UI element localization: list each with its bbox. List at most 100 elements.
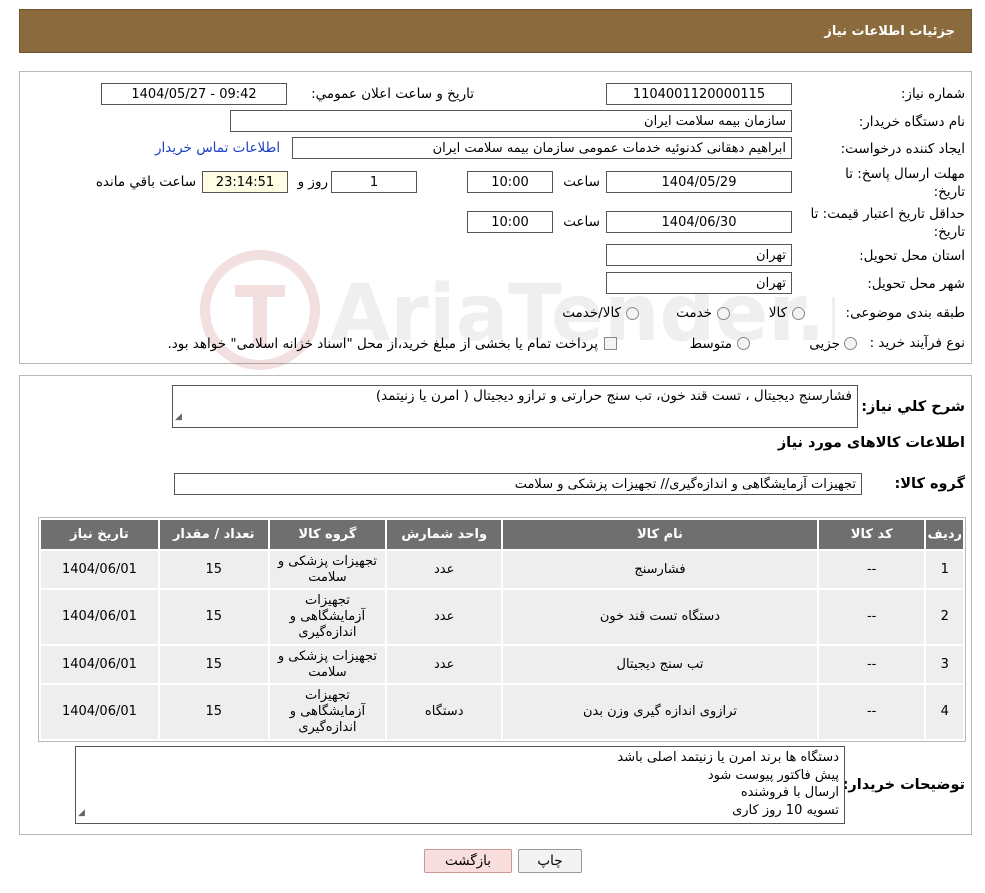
validity-label-2: تاریخ:	[933, 224, 965, 240]
col-unit: واحد شمارش	[385, 518, 504, 551]
creator-field: ابراهیم دهقانی کدنوئیه خدمات عمومی سازما…	[292, 137, 792, 159]
cell-need-date: 1404/06/01	[39, 588, 160, 646]
cell-goods-name: دستگاه تست قند خون	[501, 588, 819, 646]
print-button[interactable]: چاپ	[518, 849, 582, 873]
buyer-notes-textarea[interactable]: دستگاه ها برند امرن یا زنیتمد اصلی باشد …	[75, 746, 845, 824]
category-radio-goods[interactable]	[792, 307, 805, 320]
buyer-label: نام دستگاه خریدار:	[858, 114, 965, 130]
buyer-note-line: پیش فاکتور پیوست شود	[707, 767, 839, 783]
items-table: ردیف کد کالا نام کالا واحد شمارش گروه کا…	[39, 518, 965, 741]
summary-label: شرح كلي نیاز:	[861, 399, 965, 415]
cell-row-number: 2	[924, 588, 965, 646]
cell-need-date: 1404/06/01	[39, 683, 160, 741]
creator-label: ایجاد کننده درخواست:	[840, 141, 965, 157]
buyer-note-line: تسویه 10 روز کاری	[732, 802, 839, 818]
process-option-medium: متوسط	[689, 336, 732, 352]
col-goods-code: کد کالا	[816, 518, 927, 551]
summary-text: فشارسنج دیجیتال ، تست قند خون، تب سنج حر…	[375, 388, 852, 404]
province-label: استان محل تحویل:	[859, 248, 965, 264]
city-field: تهران	[606, 272, 792, 294]
validity-time-field: 10:00	[467, 211, 553, 233]
buyer-contact-link[interactable]: اطلاعات تماس خریدار	[155, 140, 280, 156]
page-title: جزئیات اطلاعات نیاز	[824, 23, 955, 39]
category-label: طبقه بندی موضوعی:	[845, 305, 965, 321]
goods-group-field: تجهیزات آزمایشگاهی و اندازه‌گیری// تجهیز…	[174, 473, 862, 495]
table-row: 2 -- دستگاه تست قند خون عدد تجهیزات آزما…	[39, 588, 965, 646]
category-radio-goods-service[interactable]	[626, 307, 639, 320]
cell-goods-group: تجهیزات آزمایشگاهی و اندازه‌گیری	[267, 588, 388, 646]
cell-goods-code: --	[816, 683, 927, 741]
category-radio-service[interactable]	[717, 307, 730, 320]
cell-goods-group: تجهیزات آزمایشگاهی و اندازه‌گیری	[267, 683, 388, 741]
cell-quantity: 15	[157, 644, 270, 685]
process-radio-minor[interactable]	[844, 337, 857, 350]
cell-row-number: 3	[924, 644, 965, 685]
city-label: شهر محل تحویل:	[867, 276, 965, 292]
cell-goods-group: تجهیزات پزشکی و سلامت	[267, 644, 388, 685]
resize-handle-icon[interactable]: ◢	[175, 409, 182, 426]
table-row: 1 -- فشارسنج عدد تجهیزات پزشکی و سلامت 1…	[39, 549, 965, 590]
buyer-notes-label: توضیحات خریدار:	[842, 777, 965, 793]
category-option-goods: کالا	[768, 305, 787, 321]
reply-time-label: ساعت	[563, 174, 600, 190]
cell-goods-code: --	[816, 644, 927, 685]
cell-row-number: 4	[924, 683, 965, 741]
process-type-label: نوع فرآیند خرید :	[869, 335, 965, 351]
validity-label: حداقل تاریخ اعتبار قیمت: تا	[810, 206, 965, 222]
cell-need-date: 1404/06/01	[39, 644, 160, 685]
category-option-service: خدمت	[676, 305, 712, 321]
province-field: تهران	[606, 244, 792, 266]
buyer-note-line: ارسال با فروشنده	[740, 785, 839, 800]
validity-date-field: 1404/06/30	[606, 211, 792, 233]
col-goods-name: نام کالا	[501, 518, 819, 551]
buyer-note-line: دستگاه ها برند امرن یا زنیتمد اصلی باشد	[617, 750, 839, 765]
back-button[interactable]: بازگشت	[424, 849, 512, 873]
goods-info-title: اطلاعات کالاهای مورد نیاز	[777, 435, 965, 451]
cell-quantity: 15	[157, 549, 270, 590]
cell-goods-code: --	[816, 588, 927, 646]
cell-goods-name: تب سنج دیجیتال	[501, 644, 819, 685]
remaining-time-field: 23:14:51	[202, 171, 288, 193]
table-header-row: ردیف کد کالا نام کالا واحد شمارش گروه کا…	[39, 518, 965, 551]
col-need-date: تاریخ نیاز	[39, 518, 160, 551]
cell-row-number: 1	[924, 549, 965, 590]
cell-goods-code: --	[816, 549, 927, 590]
process-option-minor: جزیی	[809, 336, 840, 352]
validity-time-label: ساعت	[563, 214, 600, 230]
col-goods-group: گروه کالا	[267, 518, 388, 551]
goods-group-label: گروه کالا:	[894, 476, 965, 492]
buyer-field: سازمان بیمه سلامت ایران	[230, 110, 792, 132]
days-field: 1	[331, 171, 417, 193]
remaining-time-label: ساعت باقي مانده	[95, 174, 196, 190]
treasury-checkbox[interactable]	[604, 337, 617, 350]
announce-field: 1404/05/27 - 09:42	[101, 83, 287, 105]
col-quantity: تعداد / مقدار	[157, 518, 270, 551]
table-row: 4 -- ترازوی اندازه گیری وزن بدن دستگاه ت…	[39, 683, 965, 741]
cell-unit: عدد	[385, 588, 504, 646]
days-label: روز و	[297, 174, 328, 190]
cell-need-date: 1404/06/01	[39, 549, 160, 590]
cell-unit: دستگاه	[385, 683, 504, 741]
reply-deadline-label: مهلت ارسال پاسخ: تا	[845, 166, 965, 182]
resize-handle-icon[interactable]: ◢	[78, 805, 85, 823]
treasury-note: پرداخت تمام یا بخشی از مبلغ خرید،از محل …	[167, 336, 598, 352]
cell-unit: عدد	[385, 644, 504, 685]
table-row: 3 -- تب سنج دیجیتال عدد تجهیزات پزشکی و …	[39, 644, 965, 685]
cell-goods-group: تجهیزات پزشکی و سلامت	[267, 549, 388, 590]
cell-goods-name: فشارسنج	[501, 549, 819, 590]
page-header: جزئیات اطلاعات نیاز	[19, 9, 972, 53]
reply-date-field: 1404/05/29	[606, 171, 792, 193]
process-radio-medium[interactable]	[737, 337, 750, 350]
reply-deadline-label-2: تاریخ:	[933, 184, 965, 200]
cell-quantity: 15	[157, 683, 270, 741]
col-row-number: ردیف	[924, 518, 965, 551]
cell-unit: عدد	[385, 549, 504, 590]
items-table-frame: ردیف کد کالا نام کالا واحد شمارش گروه کا…	[38, 517, 966, 742]
reply-time-field: 10:00	[467, 171, 553, 193]
need-number-field: 1104001120000115	[606, 83, 792, 105]
cell-goods-name: ترازوی اندازه گیری وزن بدن	[501, 683, 819, 741]
summary-textarea[interactable]: فشارسنج دیجیتال ، تست قند خون، تب سنج حر…	[172, 385, 858, 428]
need-number-label: شماره نیاز:	[900, 86, 965, 102]
category-option-goods-service: کالا/خدمت	[562, 305, 621, 321]
announce-label: تاریخ و ساعت اعلان عمومي:	[311, 86, 474, 102]
